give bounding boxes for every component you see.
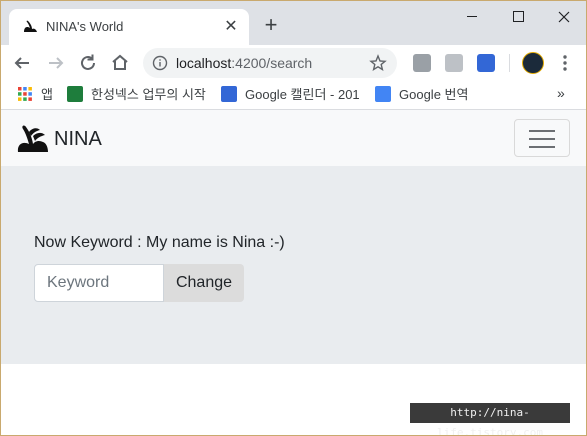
bookmark-label: Google 번역: [399, 87, 469, 102]
bookmark-label: Google 캘린더 - 2019: [245, 87, 359, 102]
address-bar[interactable]: localhost:4200/search: [143, 48, 397, 78]
navbar-brand[interactable]: NINA: [54, 128, 102, 151]
bookmark-apps[interactable]: 앱: [17, 86, 53, 104]
back-icon[interactable]: [9, 50, 35, 76]
extension-icon[interactable]: [413, 54, 431, 72]
minimize-icon[interactable]: [449, 1, 495, 33]
navbar-toggler-button[interactable]: [514, 119, 570, 157]
hamburger-icon: [529, 130, 555, 132]
forward-icon[interactable]: [43, 50, 69, 76]
extension-icon[interactable]: [477, 54, 495, 72]
search-panel: Now Keyword : My name is Nina :-) Change: [1, 166, 586, 364]
info-icon[interactable]: [152, 55, 168, 71]
url-host: localhost: [176, 55, 232, 71]
home-icon[interactable]: [107, 50, 133, 76]
keyword-label: Now Keyword :: [34, 234, 147, 251]
dh-icon: [67, 86, 83, 102]
tab-strip: NINA's World ✕ +: [1, 1, 586, 45]
watermark: http://nina-life.tistory.com: [410, 403, 570, 435]
bookmark-label: 앱: [41, 87, 53, 102]
window-close-icon[interactable]: [541, 1, 586, 33]
browser-toolbar: localhost:4200/search: [1, 45, 586, 81]
swan-favicon-icon: [24, 20, 37, 32]
bookmarks-bar: 앱 한성넥스 업무의 시작 Google 캘린더 - 2019 Google 번…: [1, 81, 586, 110]
toolbar-divider: [509, 54, 510, 72]
hamburger-icon: [529, 138, 555, 140]
tab-title: NINA's World: [46, 19, 124, 34]
swan-logo-icon[interactable]: [15, 122, 51, 156]
bookmark-google-calendar[interactable]: Google 캘린더 - 2019: [221, 86, 359, 104]
apps-grid-icon: [18, 87, 32, 101]
extension-icon[interactable]: [445, 54, 463, 72]
browser-window: NINA's World ✕ + localhost:4200/search 앱…: [0, 0, 587, 436]
hamburger-icon: [529, 146, 555, 148]
page-content: NINA Now Keyword : My name is Nina :-) C…: [1, 110, 586, 435]
translate-icon: [375, 86, 391, 102]
bookmark-label: 한성넥스 업무의 시작: [91, 87, 206, 102]
bookmark-google-translate[interactable]: Google 번역: [375, 86, 468, 104]
maximize-icon[interactable]: [495, 1, 541, 33]
tab-close-icon[interactable]: ✕: [221, 17, 241, 37]
more-menu-icon[interactable]: [557, 52, 573, 74]
reload-icon[interactable]: [75, 50, 101, 76]
url-path: :4200/search: [231, 55, 313, 71]
new-tab-icon[interactable]: +: [259, 13, 283, 37]
keyword-input[interactable]: [34, 264, 164, 302]
more-bookmarks-icon[interactable]: »: [557, 85, 565, 101]
profile-avatar[interactable]: [522, 52, 544, 74]
calendar-icon: [221, 86, 237, 102]
change-button[interactable]: Change: [164, 264, 244, 302]
keyword-value: My name is Nina :-): [146, 234, 285, 251]
bookmark-star-icon[interactable]: [369, 54, 387, 72]
current-keyword: Now Keyword : My name is Nina :-): [34, 234, 285, 252]
url-text[interactable]: localhost:4200/search: [176, 55, 312, 71]
tab-active[interactable]: NINA's World ✕: [9, 9, 249, 45]
bookmark-hansung[interactable]: 한성넥스 업무의 시작: [67, 86, 217, 104]
app-navbar: NINA: [1, 110, 586, 166]
